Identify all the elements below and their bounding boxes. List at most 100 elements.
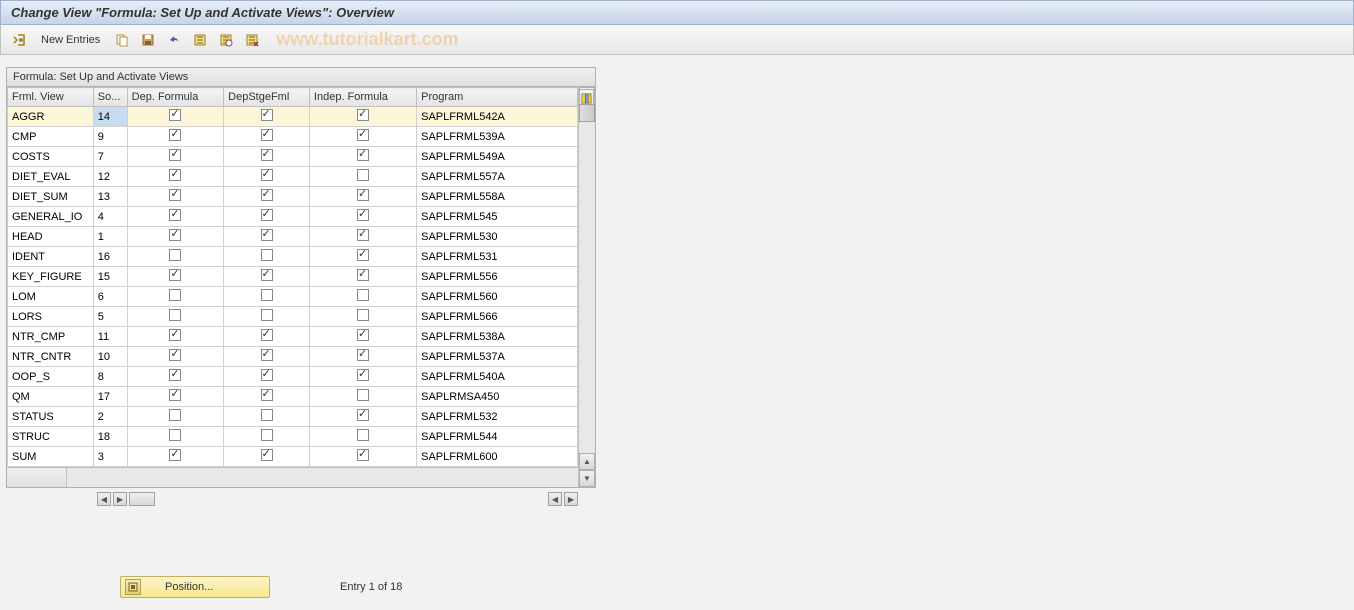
cell-dep[interactable] [127, 167, 223, 187]
cell-frml-view[interactable]: CMP [8, 127, 94, 147]
cell-indep[interactable] [309, 247, 416, 267]
cell-sort[interactable]: 10 [93, 347, 127, 367]
cell-frml-view[interactable]: NTR_CNTR [8, 347, 94, 367]
cell-stge[interactable] [224, 367, 310, 387]
col-program[interactable]: Program [417, 88, 578, 107]
cell-sort[interactable]: 8 [93, 367, 127, 387]
scroll-track[interactable] [579, 104, 595, 453]
checkbox[interactable] [261, 149, 273, 161]
cell-program[interactable]: SAPLFRML532 [417, 407, 578, 427]
table-row[interactable]: GENERAL_IO4SAPLFRML545 [8, 207, 578, 227]
cell-sort[interactable]: 2 [93, 407, 127, 427]
cell-indep[interactable] [309, 327, 416, 347]
cell-frml-view[interactable]: KEY_FIGURE [8, 267, 94, 287]
cell-sort[interactable]: 17 [93, 387, 127, 407]
cell-program[interactable]: SAPLFRML556 [417, 267, 578, 287]
checkbox[interactable] [169, 369, 181, 381]
cell-dep[interactable] [127, 107, 223, 127]
cell-frml-view[interactable]: STRUC [8, 427, 94, 447]
checkbox[interactable] [261, 429, 273, 441]
checkbox[interactable] [357, 129, 369, 141]
copy-icon[interactable] [112, 30, 132, 50]
cell-stge[interactable] [224, 387, 310, 407]
table-row[interactable]: NTR_CMP11SAPLFRML538A [8, 327, 578, 347]
cell-frml-view[interactable]: STATUS [8, 407, 94, 427]
checkbox[interactable] [261, 209, 273, 221]
table-row[interactable]: IDENT16SAPLFRML531 [8, 247, 578, 267]
table-row[interactable]: LORS5SAPLFRML566 [8, 307, 578, 327]
cell-dep[interactable] [127, 447, 223, 467]
cell-sort[interactable]: 3 [93, 447, 127, 467]
checkbox[interactable] [261, 269, 273, 281]
cell-sort[interactable]: 9 [93, 127, 127, 147]
checkbox[interactable] [357, 109, 369, 121]
checkbox[interactable] [357, 189, 369, 201]
cell-frml-view[interactable]: SUM [8, 447, 94, 467]
checkbox[interactable] [357, 409, 369, 421]
cell-frml-view[interactable]: COSTS [8, 147, 94, 167]
table-row[interactable]: DIET_EVAL12SAPLFRML557A [8, 167, 578, 187]
checkbox[interactable] [357, 209, 369, 221]
checkbox[interactable] [357, 429, 369, 441]
hscroll-right[interactable]: ▶ [113, 492, 127, 506]
checkbox[interactable] [261, 169, 273, 181]
cell-sort[interactable]: 12 [93, 167, 127, 187]
cell-frml-view[interactable]: IDENT [8, 247, 94, 267]
cell-dep[interactable] [127, 267, 223, 287]
table-row[interactable]: STRUC18SAPLFRML544 [8, 427, 578, 447]
cell-indep[interactable] [309, 347, 416, 367]
cell-sort[interactable]: 16 [93, 247, 127, 267]
checkbox[interactable] [357, 349, 369, 361]
table-row[interactable]: KEY_FIGURE15 SAPLFRML556 [8, 267, 578, 287]
cell-indep[interactable] [309, 187, 416, 207]
table-row[interactable]: LOM6SAPLFRML560 [8, 287, 578, 307]
cell-stge[interactable] [224, 327, 310, 347]
cell-indep[interactable] [309, 147, 416, 167]
cell-frml-view[interactable]: HEAD [8, 227, 94, 247]
cell-indep[interactable] [309, 387, 416, 407]
cell-sort[interactable]: 14 [93, 107, 127, 127]
checkbox[interactable] [357, 269, 369, 281]
table-row[interactable]: SUM3SAPLFRML600 [8, 447, 578, 467]
cell-program[interactable]: SAPLFRML537A [417, 347, 578, 367]
col-sort[interactable]: So... [93, 88, 127, 107]
cell-dep[interactable] [127, 247, 223, 267]
cell-program[interactable]: SAPLRMSA450 [417, 387, 578, 407]
new-entries-button[interactable]: New Entries [35, 32, 106, 48]
checkbox[interactable] [169, 309, 181, 321]
cell-sort[interactable]: 15 [93, 267, 127, 287]
cell-program[interactable]: SAPLFRML544 [417, 427, 578, 447]
checkbox[interactable] [261, 369, 273, 381]
select-all-icon[interactable] [190, 30, 210, 50]
cell-sort[interactable]: 13 [93, 187, 127, 207]
scroll-thumb[interactable] [579, 104, 595, 122]
deselect-all-icon[interactable] [216, 30, 236, 50]
checkbox[interactable] [261, 109, 273, 121]
cell-dep[interactable] [127, 327, 223, 347]
cell-indep[interactable] [309, 427, 416, 447]
undo-icon[interactable] [164, 30, 184, 50]
cell-program[interactable]: SAPLFRML558A [417, 187, 578, 207]
cell-dep[interactable] [127, 407, 223, 427]
cell-program[interactable]: SAPLFRML545 [417, 207, 578, 227]
cell-dep[interactable] [127, 227, 223, 247]
cell-stge[interactable] [224, 407, 310, 427]
cell-stge[interactable] [224, 307, 310, 327]
toggle-display-icon[interactable] [9, 30, 29, 50]
checkbox[interactable] [169, 209, 181, 221]
delete-icon[interactable] [242, 30, 262, 50]
vertical-scrollbar[interactable]: ▲ ▲ ▼ [578, 87, 595, 487]
hscroll-left[interactable]: ◀ [97, 492, 111, 506]
cell-dep[interactable] [127, 147, 223, 167]
checkbox[interactable] [169, 429, 181, 441]
cell-program[interactable]: SAPLFRML539A [417, 127, 578, 147]
cell-stge[interactable] [224, 127, 310, 147]
cell-frml-view[interactable]: GENERAL_IO [8, 207, 94, 227]
checkbox[interactable] [357, 169, 369, 181]
cell-program[interactable]: SAPLFRML566 [417, 307, 578, 327]
checkbox[interactable] [169, 229, 181, 241]
data-grid[interactable]: Frml. View So... Dep. Formula DepStgeFml… [7, 87, 578, 467]
cell-program[interactable]: SAPLFRML560 [417, 287, 578, 307]
cell-indep[interactable] [309, 307, 416, 327]
checkbox[interactable] [357, 309, 369, 321]
